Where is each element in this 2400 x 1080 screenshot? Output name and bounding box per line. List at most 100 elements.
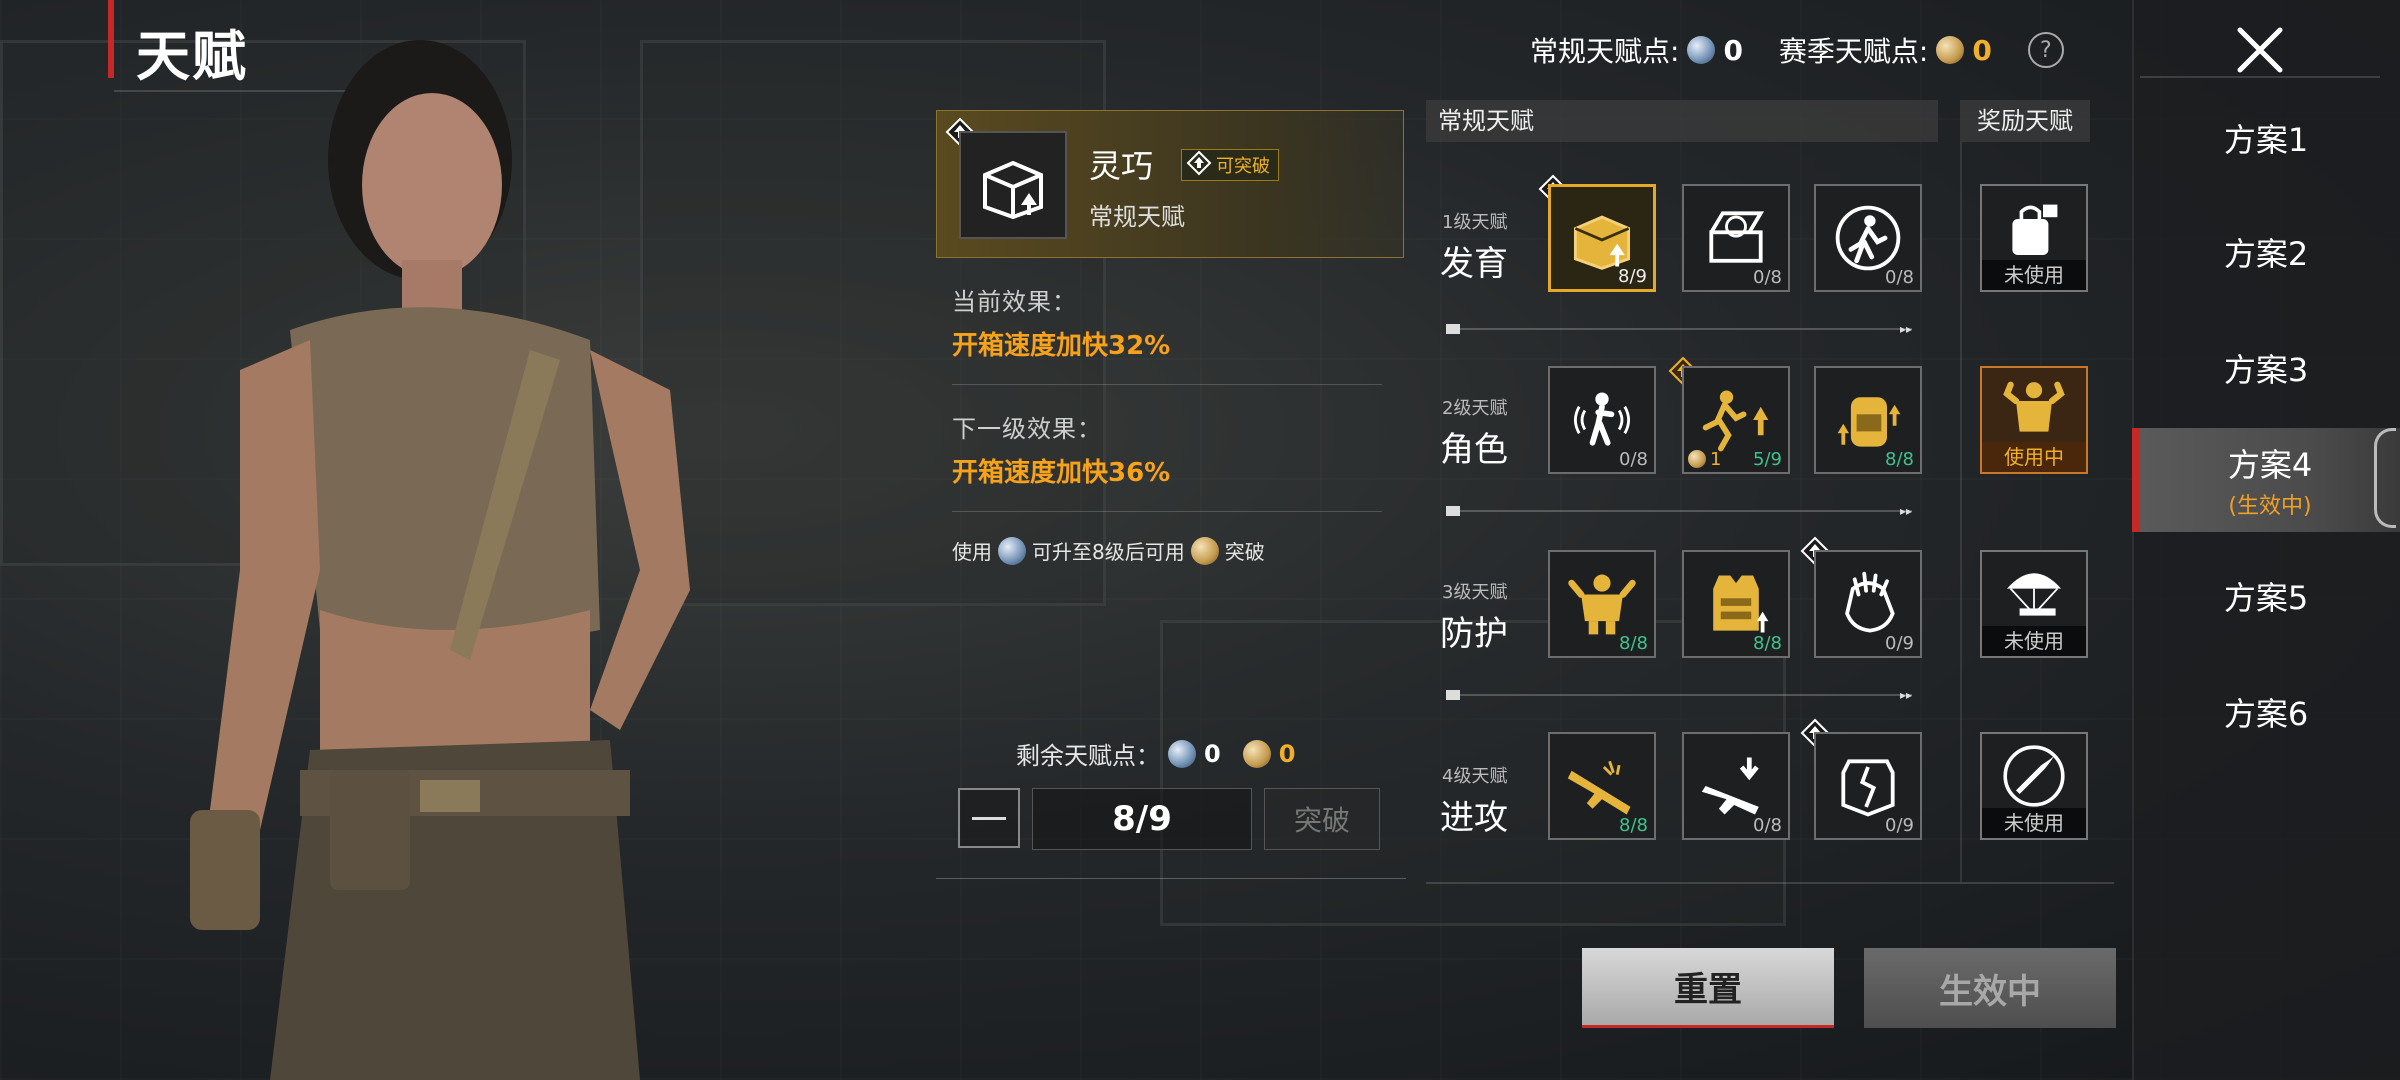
character-portrait [190, 40, 690, 1080]
glove-hand-icon [1845, 571, 1895, 633]
reward-status: 使用中 [1982, 442, 2086, 472]
talent-slot[interactable]: 1 5/9 [1682, 366, 1790, 474]
question-circle-icon[interactable]: ? [2027, 32, 2064, 68]
backpack-up-icon [1837, 397, 1901, 447]
talent-slot[interactable]: 0/8 [1682, 184, 1790, 292]
breakthrough-badge-icon [1186, 150, 1212, 176]
row-divider: ▸▸ [1446, 688, 1912, 702]
close-button[interactable] [2220, 10, 2300, 90]
remaining-season-value: 0 [1278, 739, 1296, 768]
talent-slot[interactable]: 0/8 [1814, 184, 1922, 292]
row-name: 进攻 [1440, 798, 1508, 838]
rifle-reload-icon [1701, 757, 1759, 815]
active-button[interactable]: 生效中 [1864, 948, 2116, 1028]
talent-detail-panel: 灵巧 可突破 常规天赋 当前效果： 开箱速度加快32% 下一级效果： 开箱速度加… [936, 110, 1404, 565]
reward-talent-slot[interactable]: 未使用 [1980, 732, 2088, 840]
usage-note: 使用 可升至8级后可用 突破 [952, 536, 1404, 565]
parachute-gun-icon [2007, 573, 2061, 616]
level-display: 8/9 [1032, 788, 1252, 850]
talent-count: 8/8 [1885, 449, 1914, 470]
breakthrough-tag: 可突破 [1181, 149, 1279, 181]
reward-status: 未使用 [1982, 808, 2086, 838]
talent-count: 0/8 [1885, 267, 1914, 288]
reward-talent-slot[interactable]: 使用中 [1980, 366, 2088, 474]
level-stepper: 8/9 突破 [958, 788, 1380, 850]
plan-tab-1[interactable]: 方案1 [2132, 88, 2400, 188]
usage-suffix: 突破 [1224, 540, 1265, 564]
next-effect-label: 下一级效果： [952, 415, 1102, 443]
next-effect-value: 开箱速度加快36% [952, 458, 1171, 488]
season-points-label: 赛季天赋点: [1778, 35, 1929, 68]
talent-slot[interactable]: 8/8 [1682, 550, 1790, 658]
row-level: 2级天赋 [1442, 398, 1508, 419]
running-soldier-icon [1835, 205, 1901, 271]
talent-points-header: 常规天赋点: 0 赛季天赋点: 0 ? [1530, 30, 2064, 70]
normal-point-icon [1168, 739, 1196, 768]
remaining-normal-value: 0 [1204, 739, 1221, 768]
plan-label: 方案5 [2223, 579, 2309, 617]
plan-label: 方案1 [2223, 121, 2309, 159]
divider [936, 878, 1406, 879]
row-name: 角色 [1440, 430, 1508, 470]
plan-selection-bracket [2374, 428, 2396, 528]
flexing-man-icon [2003, 381, 2065, 432]
talent-slot[interactable]: 0/8 [1548, 366, 1656, 474]
plan-label: 方案3 [2223, 351, 2309, 389]
plan-tab-2[interactable]: 方案2 [2132, 202, 2400, 302]
plan-active-status: (生效中) [2228, 494, 2312, 519]
crate-open-icon [1573, 215, 1631, 270]
divider [2140, 76, 2380, 78]
crate-open-icon [959, 131, 1067, 239]
medkit-crate-icon [1709, 211, 1765, 263]
soldier-signal-icon [1573, 392, 1631, 446]
talent-slot[interactable]: 8/8 [1814, 366, 1922, 474]
season-points-value: 0 [1972, 33, 1992, 67]
talent-slot[interactable]: 8/8 [1548, 732, 1656, 840]
talent-slot[interactable]: 8/8 [1548, 550, 1656, 658]
close-icon [2237, 27, 2283, 73]
reward-talent-slot[interactable]: 未使用 [1980, 550, 2088, 658]
plan-tab-5[interactable]: 方案5 [2132, 546, 2400, 646]
normal-talent-header: 常规天赋 [1426, 100, 1938, 142]
talent-type: 常规天赋 [1089, 203, 1185, 231]
decrease-level-button[interactable] [958, 788, 1020, 848]
usage-middle: 可升至8级后可用 [1032, 540, 1185, 564]
season-point-icon [1688, 450, 1706, 468]
talent-count: 8/9 [1618, 266, 1647, 287]
plan-tab-3[interactable]: 方案3 [2132, 318, 2400, 418]
talent-row-label: 3级天赋 防护 [1440, 578, 1550, 655]
row-level: 1级天赋 [1442, 212, 1508, 233]
talent-count: 5/9 [1753, 449, 1782, 470]
reward-talent-slot[interactable]: 未使用 [1980, 184, 2088, 292]
row-divider: ▸▸ [1446, 322, 1912, 336]
divider [952, 384, 1382, 385]
break-button[interactable]: 突破 [1264, 788, 1380, 850]
plan-label: 方案2 [2223, 235, 2309, 273]
plan-label: 方案6 [2223, 695, 2309, 733]
remaining-points: 剩余天赋点： 0 0 [1016, 736, 1295, 771]
talent-count: 8/8 [1619, 815, 1648, 836]
divider [952, 511, 1382, 512]
sprint-speed-icon [1702, 390, 1769, 452]
talent-slot[interactable]: 0/8 [1682, 732, 1790, 840]
bullet-icon [2003, 745, 2065, 807]
plan-tab-4[interactable]: 方案4 (生效中) [2132, 428, 2400, 532]
talent-count: 8/8 [1619, 633, 1648, 654]
remaining-label: 剩余天赋点： [1016, 742, 1160, 770]
talent-slot[interactable]: 8/9 [1548, 184, 1656, 292]
reset-button[interactable]: 重置 [1582, 948, 1834, 1028]
current-effect-value: 开箱速度加快32% [952, 331, 1171, 361]
reward-status: 未使用 [1982, 626, 2086, 656]
talent-slot[interactable]: 0/9 [1814, 550, 1922, 658]
talent-count: 0/9 [1885, 633, 1914, 654]
bag-lock-icon [2012, 204, 2058, 255]
plan-tab-6[interactable]: 方案6 [2132, 662, 2400, 762]
minus-icon [972, 816, 1006, 820]
normal-point-icon [1687, 36, 1716, 64]
season-point-icon [1242, 739, 1271, 768]
talent-slot[interactable]: 0/9 [1814, 732, 1922, 840]
usage-prefix: 使用 [952, 540, 992, 564]
title-accent-bar [108, 0, 114, 78]
row-name: 防护 [1440, 614, 1508, 654]
rifle-burst-icon [1567, 760, 1631, 815]
